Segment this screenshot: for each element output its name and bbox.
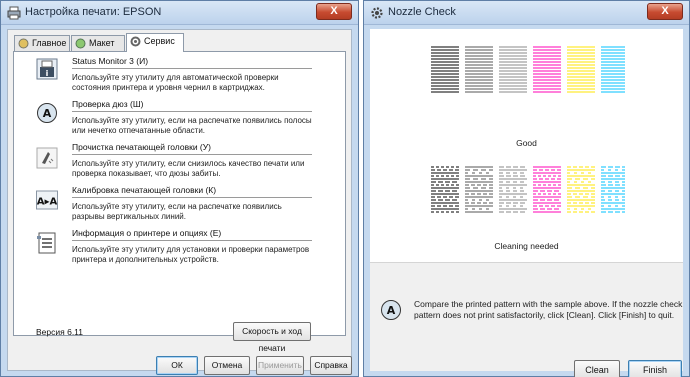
nozzle-check-body: Good Cleaning needed A Compare the print… <box>370 29 683 377</box>
tab-service[interactable]: Сервис <box>126 33 184 52</box>
print-settings-titlebar[interactable]: Настройка печати: EPSON X <box>1 1 358 25</box>
status-monitor-icon[interactable]: i <box>36 58 58 80</box>
print-speed-button[interactable]: Скорость и ход печати <box>233 322 311 353</box>
window-title: Nozzle Check <box>388 6 456 18</box>
utility-status-monitor[interactable]: Status Monitor 3 (И) Используйте эту ути… <box>72 56 312 93</box>
nozzle-check-titlebar[interactable]: Nozzle Check X <box>364 1 689 25</box>
head-alignment-icon[interactable]: A▸A <box>36 189 58 211</box>
svg-text:i: i <box>46 69 49 78</box>
utility-title: Калибровка печатающей головки (К) <box>72 185 312 198</box>
utility-nozzle-check[interactable]: Проверка дюз (Ш) Используйте эту утилиту… <box>72 99 312 136</box>
utility-description: Используйте эту утилиту для установки и … <box>72 245 310 264</box>
utility-printer-info[interactable]: Информация о принтере и опциях (Е) Испол… <box>72 228 312 265</box>
ok-button[interactable]: ОК <box>156 356 198 375</box>
close-button[interactable]: X <box>316 3 352 20</box>
nozzle-check-window: Nozzle Check X Good Cleaning needed A Co… <box>363 0 690 377</box>
cleaning-needed-pattern-image <box>431 166 625 213</box>
nozzle-check-info-icon: A <box>381 300 401 320</box>
gear-icon <box>371 7 383 19</box>
tab-service-label: Сервис <box>144 36 175 46</box>
window-title: Настройка печати: EPSON <box>25 6 162 18</box>
good-label: Good <box>516 138 537 148</box>
dialog-body: Главное Макет Сервис i Status Monitor 3 … <box>7 29 352 375</box>
cancel-button[interactable]: Отмена <box>204 356 250 375</box>
pattern-panel: Good Cleaning needed <box>370 29 683 263</box>
help-button[interactable]: Справка <box>310 356 352 375</box>
print-settings-window: Настройка печати: EPSON X Главное Макет … <box>0 0 359 377</box>
tab-layout[interactable]: Макет <box>71 35 125 51</box>
clean-button[interactable]: Clean <box>574 360 620 377</box>
utility-description: Используйте эту утилиту, если снизилось … <box>72 159 305 178</box>
tab-main-label: Главное <box>32 38 67 48</box>
good-pattern-image <box>431 46 625 93</box>
main-tab-icon <box>18 38 29 49</box>
service-panel: i Status Monitor 3 (И) Используйте эту у… <box>13 51 346 336</box>
printer-icon <box>7 6 21 20</box>
utility-title: Прочистка печатающей головки (У) <box>72 142 312 155</box>
utility-description: Используйте эту утилиту для автоматическ… <box>72 73 279 92</box>
utility-head-cleaning[interactable]: Прочистка печатающей головки (У) Использ… <box>72 142 312 179</box>
svg-text:A▸A: A▸A <box>37 197 58 208</box>
apply-button: Применить <box>256 356 304 375</box>
cleaning-needed-label: Cleaning needed <box>494 241 559 251</box>
service-tab-icon <box>130 36 141 47</box>
nozzle-check-icon[interactable]: A <box>36 102 58 124</box>
printer-info-icon[interactable] <box>36 232 58 254</box>
close-icon: X <box>330 5 338 17</box>
utility-title: Информация о принтере и опциях (Е) <box>72 228 312 241</box>
utility-description: Используйте эту утилиту, если на распеча… <box>72 116 312 135</box>
head-cleaning-icon[interactable] <box>36 147 58 169</box>
tab-layout-label: Макет <box>89 38 115 48</box>
version-label: Версия 6.11 <box>36 327 83 337</box>
finish-button[interactable]: Finish <box>628 360 682 377</box>
utility-description: Используйте эту утилиту, если на распеча… <box>72 202 282 221</box>
svg-text:A: A <box>43 107 52 120</box>
instructions-text: Compare the printed pattern with the sam… <box>414 299 683 320</box>
utility-title: Проверка дюз (Ш) <box>72 99 312 112</box>
close-icon: X <box>661 5 669 17</box>
utility-head-alignment[interactable]: Калибровка печатающей головки (К) Исполь… <box>72 185 312 222</box>
tab-main[interactable]: Главное <box>14 35 70 51</box>
utility-title: Status Monitor 3 (И) <box>72 56 312 69</box>
svg-text:A: A <box>387 304 396 317</box>
layout-tab-icon <box>75 38 86 49</box>
close-button[interactable]: X <box>647 3 683 20</box>
